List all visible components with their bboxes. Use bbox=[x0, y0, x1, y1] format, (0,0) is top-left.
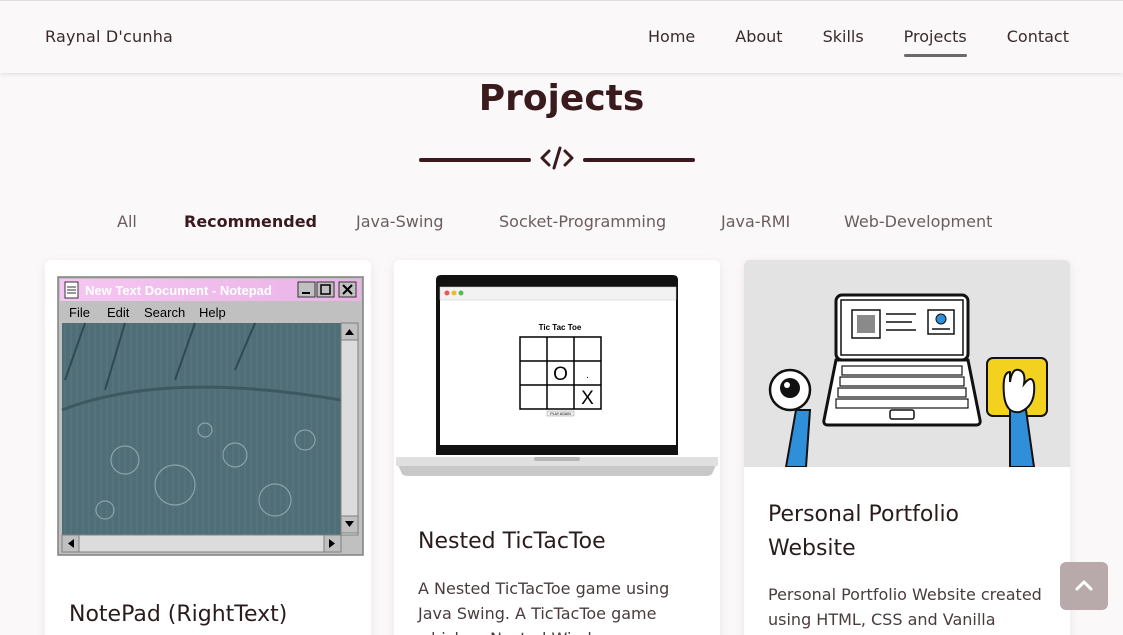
code-icon bbox=[537, 144, 577, 178]
tictactoe-cell-mark: O bbox=[553, 364, 568, 385]
notepad-menu-search: Search bbox=[144, 305, 185, 320]
navbar: Raynal D'cunha Home About Skills Project… bbox=[0, 0, 1123, 73]
notepad-menu-help: Help bbox=[199, 305, 226, 320]
nav-about[interactable]: About bbox=[735, 27, 782, 46]
project-title-portfolio: Personal Portfolio Website bbox=[768, 502, 960, 561]
project-desc-tictactoe: A Nested TicTacToe game using Java Swing… bbox=[418, 579, 670, 635]
divider-line-right bbox=[583, 158, 695, 162]
nav-contact[interactable]: Contact bbox=[1007, 27, 1069, 46]
title-divider bbox=[419, 144, 695, 174]
notepad-window-title: New Text Document - Notepad bbox=[85, 283, 272, 298]
notepad-menu-file: File bbox=[69, 305, 90, 320]
nav-home[interactable]: Home bbox=[648, 27, 695, 46]
notepad-menu-edit: Edit bbox=[107, 305, 130, 320]
tictactoe-play-again: PLAY AGAIN bbox=[550, 412, 571, 416]
project-title-notepad: NotePad (RightText) bbox=[69, 602, 288, 627]
divider-line-left bbox=[419, 158, 531, 162]
project-card-notepad[interactable]: New Text Document - Notepad File Edit Se… bbox=[45, 260, 371, 635]
notepad-screenshot: New Text Document - Notepad File Edit Se… bbox=[45, 260, 371, 560]
nav-projects[interactable]: Projects bbox=[903, 27, 967, 57]
portfolio-illustration bbox=[744, 260, 1070, 468]
filter-java-rmi[interactable]: Java-RMI bbox=[721, 212, 790, 231]
tictactoe-cell-mark: X bbox=[581, 388, 594, 409]
project-desc-portfolio: Personal Portfolio Website created using… bbox=[768, 585, 1042, 629]
tictactoe-cell-mark: · bbox=[586, 372, 589, 383]
chevron-up-icon bbox=[1074, 577, 1094, 596]
project-card-portfolio[interactable]: Personal Portfolio Website Personal Port… bbox=[744, 260, 1070, 635]
filter-web-development[interactable]: Web-Development bbox=[844, 212, 992, 231]
tictactoe-game-title: Tic Tac Toe bbox=[539, 323, 582, 332]
scroll-to-top-button[interactable] bbox=[1060, 562, 1108, 610]
filter-java-swing[interactable]: Java-Swing bbox=[356, 212, 444, 231]
nav-links: Home About Skills Projects Contact bbox=[648, 27, 1069, 57]
project-card-tictactoe[interactable]: Tic Tac Toe PLAY AGAIN O · X Nested TicTac… bbox=[394, 260, 720, 635]
nav-skills[interactable]: Skills bbox=[823, 27, 864, 46]
section-title: Projects bbox=[478, 78, 645, 119]
filter-socket-programming[interactable]: Socket-Programming bbox=[499, 212, 666, 231]
brand-name[interactable]: Raynal D'cunha bbox=[45, 27, 173, 46]
filter-all[interactable]: All bbox=[117, 212, 137, 231]
project-title-tictactoe: Nested TicTacToe bbox=[418, 529, 606, 554]
filter-recommended[interactable]: Recommended bbox=[184, 212, 317, 231]
tictactoe-screenshot: Tic Tac Toe PLAY AGAIN O · X bbox=[394, 260, 720, 560]
